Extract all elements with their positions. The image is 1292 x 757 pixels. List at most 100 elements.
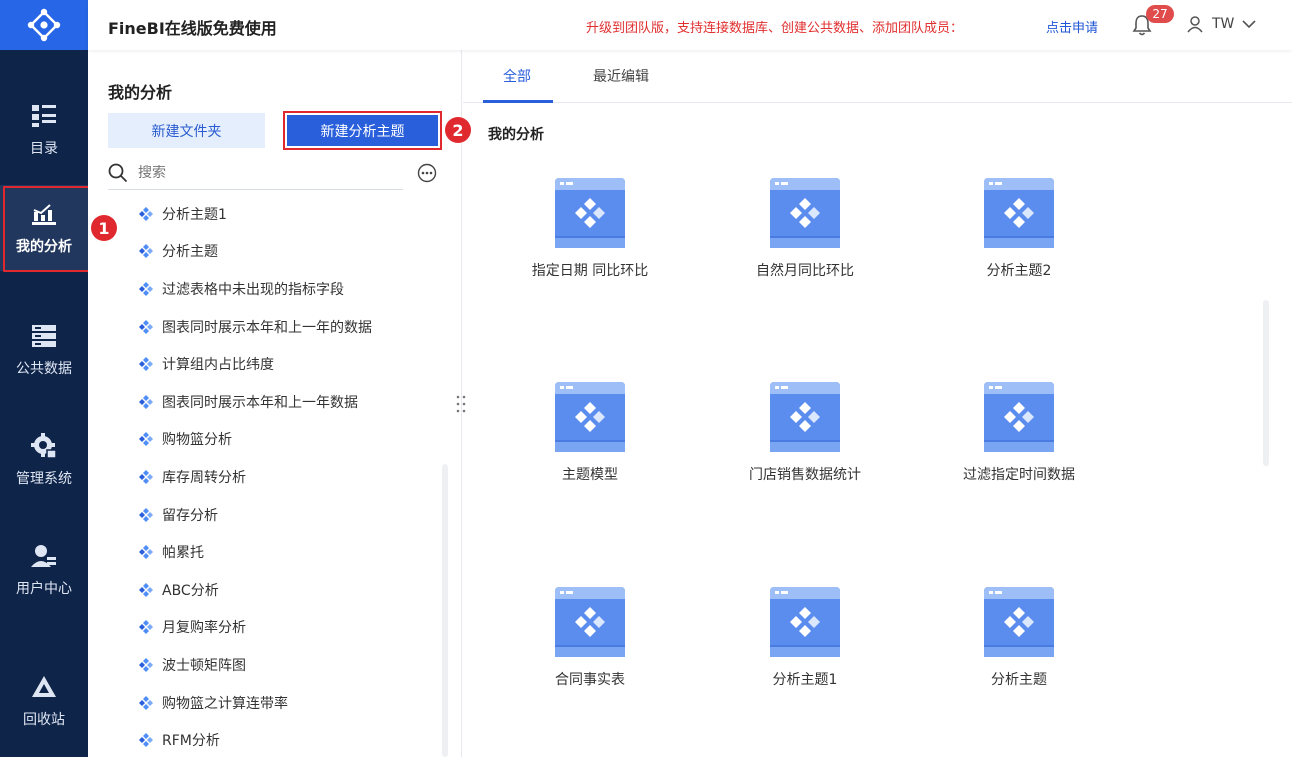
subject-card-label: 自然月同比环比 <box>756 263 854 279</box>
nav-rail: 目录 我的分析 公共数据 管理系统 用户中心 回收站 <box>0 0 91 757</box>
new-subject-button[interactable]: 新建分析主题 <box>283 111 442 150</box>
tab-bar: 全部 最近编辑 <box>463 50 1292 103</box>
step-marker-2: 2 <box>445 117 471 143</box>
subject-card[interactable]: 分析主题1 <box>715 587 895 737</box>
tree-item[interactable]: 帕累托 <box>138 533 438 571</box>
resize-handle-icon[interactable] <box>455 394 467 414</box>
app-title: FineBI在线版免费使用 <box>108 19 277 38</box>
nav-item-user-center[interactable]: 用户中心 <box>0 527 88 613</box>
tree-item[interactable]: 购物篮分析 <box>138 421 438 459</box>
tree-item-label: 图表同时展示本年和上一年数据 <box>162 394 358 411</box>
subject-thumbnail-icon <box>770 178 840 248</box>
tab-all[interactable]: 全部 <box>503 66 531 86</box>
more-options-icon[interactable] <box>417 163 437 183</box>
user-menu[interactable]: TW <box>1186 15 1256 33</box>
step-marker-1: 1 <box>91 215 117 241</box>
subject-card-label: 过滤指定时间数据 <box>963 467 1075 483</box>
subject-card[interactable]: 过滤指定时间数据 <box>929 382 1109 532</box>
nav-item-recycle-bin[interactable]: 回收站 <box>0 658 88 744</box>
recycle-icon <box>30 673 58 701</box>
subject-card[interactable]: 分析主题 <box>929 587 1109 737</box>
finebi-logo-icon <box>27 8 61 42</box>
subject-card-label: 指定日期 同比环比 <box>531 263 649 279</box>
subject-card-label: 合同事实表 <box>555 672 625 688</box>
subject-thumbnail-icon <box>770 587 840 657</box>
tree-item-label: 计算组内占比纬度 <box>162 357 274 374</box>
tree-item[interactable]: ABC分析 <box>138 571 438 609</box>
nav-item-label: 我的分析 <box>16 239 72 255</box>
tree-item[interactable]: 分析主题 <box>138 233 438 271</box>
subject-diamond-icon <box>139 469 153 484</box>
tree-item[interactable]: 库存周转分析 <box>138 458 438 496</box>
active-tab-indicator <box>483 100 553 103</box>
subject-thumbnail-icon <box>555 178 625 248</box>
subject-diamond-icon <box>139 620 153 635</box>
main-content: 全部 最近编辑 我的分析 指定日期 同比环比 自然月同比环比 分析主题2 主题模型 门店… <box>463 50 1292 757</box>
settings-icon <box>30 432 58 460</box>
chevron-down-icon <box>1242 20 1256 29</box>
tree-item[interactable]: 留存分析 <box>138 496 438 534</box>
nav-item-label: 管理系统 <box>16 471 72 487</box>
subject-diamond-icon <box>139 695 153 710</box>
tree-item[interactable]: 波士顿矩阵图 <box>138 646 438 684</box>
tree-item[interactable]: 分析主题1 <box>138 195 438 233</box>
tree-item-label: RFM分析 <box>162 733 220 750</box>
tree-item[interactable]: 图表同时展示本年和上一年的数据 <box>138 308 438 346</box>
tree-item[interactable]: 图表同时展示本年和上一年数据 <box>138 383 438 421</box>
tree-item[interactable]: 购物篮之计算连带率 <box>138 684 438 722</box>
tree-item-label: 月复购率分析 <box>162 620 246 637</box>
app-logo[interactable] <box>0 0 88 50</box>
subject-diamond-icon <box>139 507 153 522</box>
tree-item-label: 分析主题 <box>162 244 218 261</box>
tree-item-label: 购物篮之计算连带率 <box>162 695 288 712</box>
subject-card-label: 分析主题 <box>991 672 1047 688</box>
subject-card[interactable]: 指定日期 同比环比 <box>500 178 680 328</box>
panel-scrollbar[interactable] <box>442 464 448 757</box>
subject-diamond-icon <box>139 545 153 560</box>
subject-diamond-icon <box>139 357 153 372</box>
nav-item-public-data[interactable]: 公共数据 <box>0 307 88 393</box>
analysis-tree-panel: 我的分析 新建文件夹 新建分析主题 分析主题1 分析主题过滤表格中未出现的指标字段… <box>88 50 462 757</box>
main-scrollbar[interactable] <box>1263 300 1269 466</box>
subject-card-label: 分析主题2 <box>986 263 1052 279</box>
nav-item-catalog[interactable]: 目录 <box>0 87 88 173</box>
top-bar: FineBI在线版免费使用 升级到团队版，支持连接数据库、创建公共数据、添加团队… <box>88 0 1292 50</box>
nav-item-label: 公共数据 <box>16 361 72 377</box>
subject-diamond-icon <box>139 244 153 259</box>
tree-item[interactable]: 月复购率分析 <box>138 609 438 647</box>
tree-item[interactable]: RFM分析 <box>138 721 438 757</box>
search-input[interactable] <box>138 164 368 181</box>
section-title: 我的分析 <box>488 127 544 143</box>
tab-recent[interactable]: 最近编辑 <box>593 66 649 86</box>
tree-item-label: 图表同时展示本年和上一年的数据 <box>162 319 372 336</box>
tree-search <box>108 156 403 190</box>
tree-item[interactable]: 计算组内占比纬度 <box>138 345 438 383</box>
apply-link[interactable]: 点击申请 <box>1046 17 1098 36</box>
nav-item-my-analysis[interactable]: 我的分析 <box>0 185 91 272</box>
tree-item-label: 分析主题1 <box>162 206 227 223</box>
tree-item-label: 过滤表格中未出现的指标字段 <box>162 281 344 298</box>
analysis-icon <box>30 200 58 228</box>
subject-card[interactable]: 分析主题2 <box>929 178 1109 328</box>
subject-diamond-icon <box>139 657 153 672</box>
subject-thumbnail-icon <box>984 178 1054 248</box>
tree-item-label: ABC分析 <box>162 582 219 599</box>
subject-diamond-icon <box>139 319 153 334</box>
subject-card[interactable]: 自然月同比环比 <box>715 178 895 328</box>
nav-item-label: 目录 <box>30 141 58 157</box>
upgrade-promo-text: 升级到团队版，支持连接数据库、创建公共数据、添加团队成员： <box>586 21 964 36</box>
subject-thumbnail-icon <box>555 587 625 657</box>
tree-item-label: 留存分析 <box>162 507 218 524</box>
subject-card[interactable]: 合同事实表 <box>500 587 680 737</box>
subject-card[interactable]: 主题模型 <box>500 382 680 532</box>
user-name: TW <box>1212 16 1235 32</box>
new-folder-button[interactable]: 新建文件夹 <box>108 113 265 148</box>
user-icon <box>30 542 58 570</box>
nav-item-admin[interactable]: 管理系统 <box>0 417 88 503</box>
search-icon <box>108 163 128 182</box>
subject-card[interactable]: 门店销售数据统计 <box>715 382 895 532</box>
tree-item[interactable]: 过滤表格中未出现的指标字段 <box>138 270 438 308</box>
tree-item-label: 波士顿矩阵图 <box>162 657 246 674</box>
nav-item-label: 回收站 <box>23 712 65 728</box>
catalog-icon <box>30 102 58 130</box>
